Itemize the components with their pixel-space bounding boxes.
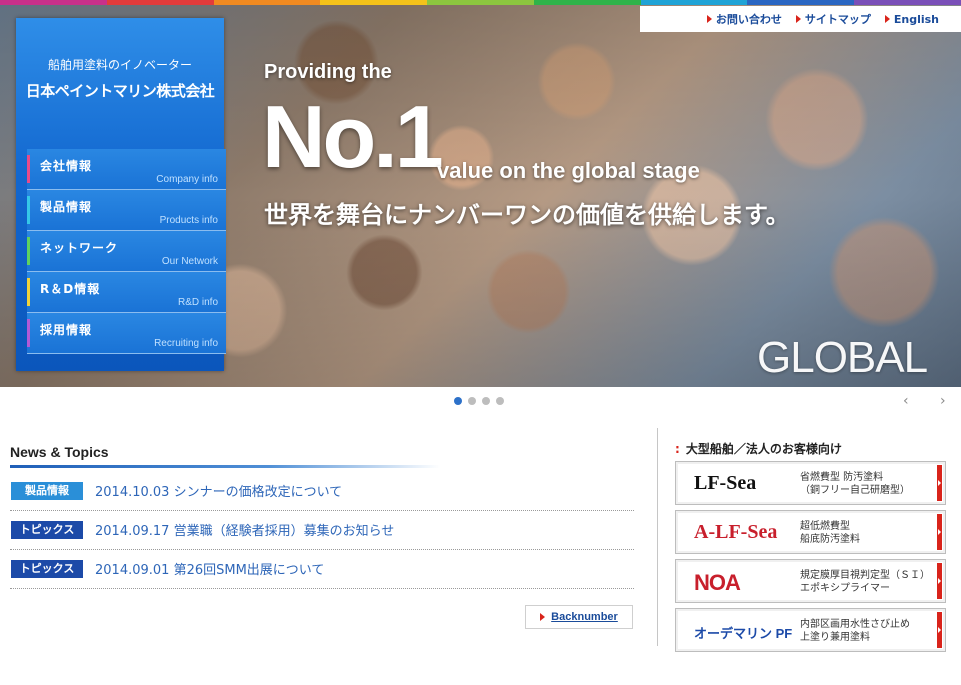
nav-label-jp: 製品情報	[40, 200, 93, 214]
nav-color-bar	[27, 237, 30, 265]
nav-item-rnd[interactable]: R＆D情報 R&D info	[27, 272, 226, 313]
hero-line1: Providing the	[264, 61, 392, 83]
product-banner-a-lf-sea[interactable]: A-LF-Sea 超低燃費型 船底防汚塗料	[675, 510, 946, 554]
nav-label-en: Company info	[156, 174, 218, 185]
news-list: 製品情報 2014.10.03 シンナーの価格改定について トピックス 2014…	[10, 472, 634, 589]
news-item-link[interactable]: 2014.10.03 シンナーの価格改定について	[95, 481, 342, 500]
slider-dot-3[interactable]	[482, 397, 490, 405]
product-banner-odemarine-pf[interactable]: オーデマリン PF 内部区画用水性さび止め 上塗り兼用塗料	[675, 608, 946, 652]
company-logo[interactable]: 日本ペイントマリン株式会社	[16, 80, 224, 101]
nav-label-en: Our Network	[161, 256, 218, 267]
nav-item-products[interactable]: 製品情報 Products info	[27, 190, 226, 231]
hero-global-watermark: GLOBAL	[757, 333, 928, 382]
nav-label-en: R&D info	[177, 297, 218, 308]
slider-pagination	[454, 397, 504, 405]
nav-label-jp: ネットワーク	[40, 241, 119, 255]
nav-label-jp: R＆D情報	[40, 282, 101, 296]
arrow-right-icon	[884, 15, 890, 23]
news-section-title: News & Topics	[10, 444, 109, 460]
product-description: 規定膜厚目視判定型（ＳＩ） エポキシプライマー	[800, 570, 930, 594]
brand-tagline: 船舶用塗料のイノベーター	[47, 58, 192, 72]
colon-marker-icon: :	[675, 441, 680, 456]
nav-color-bar	[27, 155, 30, 183]
corporate-section-title: : 大型船舶／法人のお客様向け	[675, 441, 842, 457]
product-logo: NOA	[694, 570, 741, 595]
arrow-right-icon	[937, 563, 942, 599]
slider-dot-4[interactable]	[496, 397, 504, 405]
arrow-right-icon	[937, 465, 942, 501]
backnumber-button[interactable]: Backnumber	[525, 605, 633, 629]
news-title-underline	[10, 465, 440, 468]
nav-color-bar	[27, 319, 30, 347]
product-logo: LF-Sea	[694, 472, 757, 494]
product-banner-list: LF-Sea 省燃費型 防汚塗料 （銅フリー自己研磨型） A-LF-Sea 超低…	[675, 461, 947, 657]
news-item-link[interactable]: 2014.09.17 営業職（経験者採用）募集のお知らせ	[95, 520, 394, 539]
nav-label-jp: 会社情報	[40, 159, 93, 173]
product-banner-lf-sea[interactable]: LF-Sea 省燃費型 防汚塗料 （銅フリー自己研磨型）	[675, 461, 946, 505]
nav-item-recruiting[interactable]: 採用情報 Recruiting info	[27, 313, 226, 354]
nav-label-en: Products info	[159, 215, 218, 226]
nav-item-company[interactable]: 会社情報 Company info	[27, 149, 226, 190]
product-logo: オーデマリン PF	[694, 626, 793, 641]
arrow-right-icon	[540, 613, 546, 621]
news-item[interactable]: トピックス 2014.09.17 営業職（経験者採用）募集のお知らせ	[10, 511, 634, 550]
news-item-link[interactable]: 2014.09.01 第26回SMM出展について	[95, 559, 324, 578]
slider-next-icon[interactable]: ›	[940, 393, 946, 409]
news-category-badge: 製品情報	[11, 482, 83, 500]
arrow-right-icon	[706, 15, 712, 23]
product-description: 内部区画用水性さび止め 上塗り兼用塗料	[800, 619, 910, 643]
english-link[interactable]: English	[884, 13, 939, 26]
slider-dot-2[interactable]	[468, 397, 476, 405]
product-logo: A-LF-Sea	[694, 521, 778, 543]
slider-prev-icon[interactable]: ‹	[903, 393, 909, 409]
hero-no1: No.1	[262, 87, 444, 186]
news-category-badge: トピックス	[11, 560, 83, 578]
hero-japanese-tagline: 世界を舞台にナンバーワンの価値を供給します。	[264, 201, 790, 229]
main-menu: 会社情報 Company info 製品情報 Products info ネット…	[27, 149, 226, 354]
arrow-right-icon	[795, 15, 801, 23]
arrow-right-icon	[937, 612, 942, 648]
nav-color-bar	[27, 278, 30, 306]
news-category-badge: トピックス	[11, 521, 83, 539]
news-item[interactable]: トピックス 2014.09.01 第26回SMM出展について	[10, 550, 634, 589]
product-description: 省燃費型 防汚塗料 （銅フリー自己研磨型）	[800, 472, 910, 496]
nav-item-network[interactable]: ネットワーク Our Network	[27, 231, 226, 272]
nav-label-jp: 採用情報	[40, 323, 93, 337]
sitemap-link[interactable]: サイトマップ	[795, 11, 871, 27]
nav-color-bar	[27, 196, 30, 224]
arrow-right-icon	[937, 514, 942, 550]
utility-links: お問い合わせ サイトマップ English	[640, 6, 961, 32]
slider-dot-1[interactable]	[454, 397, 462, 405]
side-navigation-panel: 船舶用塗料のイノベーター 日本ペイントマリン株式会社 会社情報 Company …	[16, 18, 226, 371]
product-banner-noa[interactable]: NOA 規定膜厚目視判定型（ＳＩ） エポキシプライマー	[675, 559, 946, 603]
news-item[interactable]: 製品情報 2014.10.03 シンナーの価格改定について	[10, 472, 634, 511]
product-description: 超低燃費型 船底防汚塗料	[800, 521, 860, 545]
hero-line2: value on the global stage	[437, 158, 700, 183]
contact-link[interactable]: お問い合わせ	[706, 11, 782, 27]
column-divider	[657, 428, 658, 646]
nav-label-en: Recruiting info	[154, 338, 218, 349]
